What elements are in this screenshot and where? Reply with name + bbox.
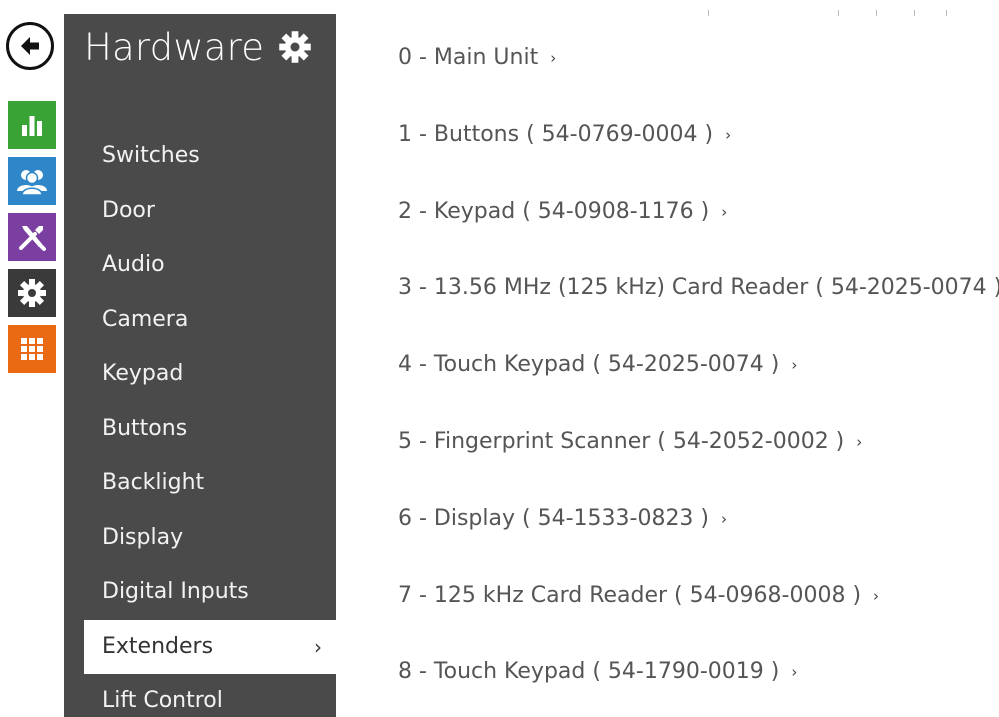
sidebar-item-camera[interactable]: Camera xyxy=(64,293,336,348)
status-button[interactable] xyxy=(8,101,56,149)
extender-item-label: 3 - 13.56 MHz (125 kHz) Card Reader ( 54… xyxy=(398,275,999,301)
chevron-right-icon: › xyxy=(721,509,728,528)
back-button[interactable] xyxy=(6,22,54,70)
hardware-sidebar: Hardware Switches Door Audio Camera Keyp… xyxy=(64,14,336,717)
extender-item[interactable]: 6 - Display ( 54-1533-0823 ) › xyxy=(398,493,998,570)
extender-item-label: 5 - Fingerprint Scanner ( 54-2052-0002 ) xyxy=(398,428,845,454)
sidebar-item-door[interactable]: Door xyxy=(64,184,336,239)
extender-item-label: 6 - Display ( 54-1533-0823 ) xyxy=(398,505,710,531)
services-button[interactable] xyxy=(8,213,56,261)
hardware-button[interactable] xyxy=(8,269,56,317)
page: Hardware Switches Door Audio Camera Keyp… xyxy=(0,0,999,717)
sidebar-item-switches[interactable]: Switches xyxy=(64,129,336,184)
sidebar-item-audio[interactable]: Audio xyxy=(64,238,336,293)
extender-item-label: 7 - 125 kHz Card Reader ( 54-0968-0008 ) xyxy=(398,582,862,608)
back-arrow-icon xyxy=(21,37,39,55)
grid-icon xyxy=(21,338,43,360)
bar-chart-icon xyxy=(22,116,42,136)
sidebar-item-label: Switches xyxy=(102,143,200,168)
sidebar-item-lift-control[interactable]: Lift Control xyxy=(64,674,336,717)
extender-item[interactable]: 8 - Touch Keypad ( 54-1790-0019 ) › xyxy=(398,646,998,717)
sidebar-item-buttons[interactable]: Buttons xyxy=(64,402,336,457)
sidebar-item-label: Audio xyxy=(102,252,165,277)
chevron-right-icon: › xyxy=(791,356,798,375)
extender-item[interactable]: 2 - Keypad ( 54-0908-1176 ) › xyxy=(398,186,998,263)
extender-item[interactable]: 4 - Touch Keypad ( 54-2025-0074 ) › xyxy=(398,339,998,416)
chevron-right-icon: › xyxy=(550,49,557,67)
extender-item-label: 2 - Keypad ( 54-0908-1176 ) xyxy=(398,198,710,224)
gear-icon xyxy=(18,279,46,307)
sidebar-item-label: Door xyxy=(102,197,155,223)
extender-item[interactable]: 7 - 125 kHz Card Reader ( 54-0968-0008 )… xyxy=(398,570,998,647)
chevron-right-icon: › xyxy=(873,586,880,605)
tools-icon xyxy=(19,226,46,251)
sidebar-item-label: Buttons xyxy=(102,415,188,441)
sidebar-menu: Switches Door Audio Camera Keypad Button… xyxy=(64,129,336,717)
icon-rail xyxy=(0,0,64,717)
chevron-right-icon: › xyxy=(791,663,798,682)
extender-item-label: 0 - Main Unit xyxy=(398,45,539,70)
sidebar-item-label: Display xyxy=(102,524,184,550)
sidebar-item-display[interactable]: Display xyxy=(64,511,336,566)
sidebar-item-keypad[interactable]: Keypad xyxy=(64,347,336,402)
sidebar-title: Hardware xyxy=(84,26,265,69)
chevron-right-icon: › xyxy=(856,432,863,451)
sidebar-item-digital-inputs[interactable]: Digital Inputs xyxy=(64,565,336,620)
gear-icon xyxy=(277,29,313,65)
extender-item[interactable]: 3 - 13.56 MHz (125 kHz) Card Reader ( 54… xyxy=(398,262,999,339)
sidebar-item-label: Extenders xyxy=(102,633,214,659)
extender-item[interactable]: 1 - Buttons ( 54-0769-0004 ) › xyxy=(398,109,998,186)
users-icon xyxy=(17,170,47,196)
sidebar-item-label: Lift Control xyxy=(102,688,223,713)
sidebar-item-extenders[interactable]: Extenders › xyxy=(84,619,336,674)
extender-item-label: 1 - Buttons ( 54-0769-0004 ) xyxy=(398,121,714,147)
extender-item-label: 8 - Touch Keypad ( 54-1790-0019 ) xyxy=(398,659,780,685)
sidebar-item-backlight[interactable]: Backlight xyxy=(64,456,336,511)
sidebar-item-label: Keypad xyxy=(102,361,184,386)
sidebar-item-label: Backlight xyxy=(102,470,205,495)
sidebar-item-label: Camera xyxy=(102,306,189,332)
extender-item[interactable]: 0 - Main Unit › xyxy=(398,32,998,109)
chevron-right-icon: › xyxy=(314,634,322,659)
extender-item-label: 4 - Touch Keypad ( 54-2025-0074 ) xyxy=(398,352,780,378)
extender-list: 0 - Main Unit › 1 - Buttons ( 54-0769-000… xyxy=(398,32,999,717)
chevron-right-icon: › xyxy=(725,125,732,144)
directory-button[interactable] xyxy=(8,157,56,205)
extender-item[interactable]: 5 - Fingerprint Scanner ( 54-2052-0002 )… xyxy=(398,416,998,493)
sidebar-item-label: Digital Inputs xyxy=(102,579,249,604)
system-button[interactable] xyxy=(8,325,56,373)
top-divider-ticks xyxy=(700,10,960,18)
chevron-right-icon: › xyxy=(721,202,728,221)
